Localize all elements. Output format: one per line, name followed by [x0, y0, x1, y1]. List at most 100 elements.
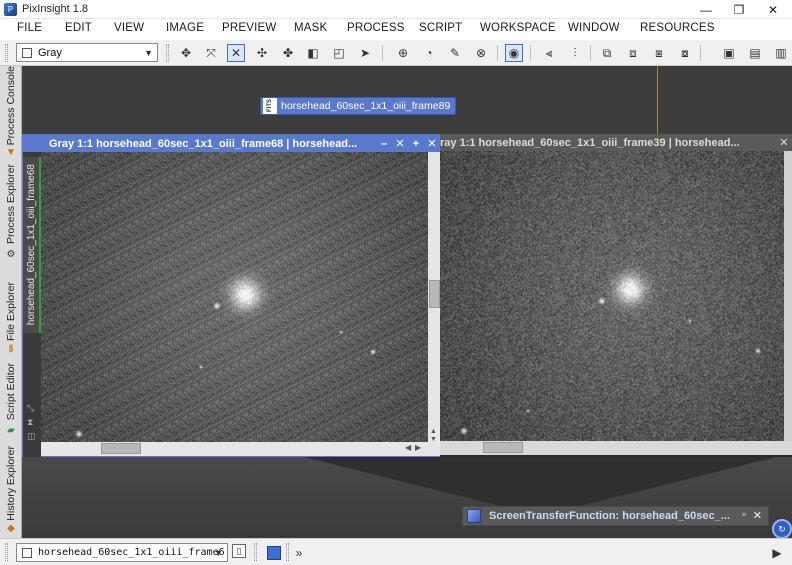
window-title: PixInsight 1.8: [22, 3, 89, 15]
scrollbar-thumb[interactable]: [429, 280, 440, 308]
sidebar-tab-history-explorer[interactable]: History Explorer: [0, 444, 22, 522]
image-window-frame39[interactable]: ray 1:1 horsehead_60sec_1x1_oiii_frame39…: [440, 134, 792, 457]
view-selector[interactable]: horsehead_60sec_1x1_oiii_frame6 ▼: [16, 543, 228, 562]
image-window-title[interactable]: ray 1:1 horsehead_60sec_1x1_oiii_frame39…: [440, 134, 792, 151]
gray-swatch-icon: [22, 47, 32, 58]
zoom-out-button[interactable]: ✕: [227, 44, 245, 62]
minimize-icon: –: [380, 137, 388, 150]
scroll-left-arrow-icon[interactable]: ◀: [405, 443, 411, 452]
close-window-button[interactable]: ✕: [776, 134, 792, 151]
scroll-right-arrow-icon[interactable]: ▶: [415, 443, 421, 452]
pointer-button[interactable]: ➤: [356, 44, 374, 62]
panel-icon: ▣: [723, 46, 735, 60]
readout-button[interactable]: ✣: [253, 44, 271, 62]
menu-edit[interactable]: EDIT: [65, 22, 92, 34]
menu-script[interactable]: SCRIPT: [419, 22, 462, 34]
colorspace-select[interactable]: Gray ▼: [16, 43, 158, 62]
menu-window[interactable]: WINDOW: [568, 22, 620, 34]
pan-icon: ✤: [282, 46, 294, 60]
toolbar-grip[interactable]: [166, 44, 169, 62]
center-icon: ◰: [333, 46, 345, 60]
explorer-toggle-button[interactable]: ▣: [720, 44, 738, 62]
menu-resources[interactable]: RESOURCES: [640, 22, 715, 34]
window-tile-button[interactable]: ⧉: [598, 44, 616, 62]
align-left-button[interactable]: ⫷: [540, 44, 558, 62]
view-id-tab[interactable]: horsehead_60sec_1x1_oiii_frame68: [23, 157, 41, 333]
astro-image-frame68[interactable]: [41, 152, 428, 442]
menu-file[interactable]: FILE: [17, 22, 42, 34]
toolbar-grip[interactable]: [254, 543, 257, 561]
toolbar-grip[interactable]: [5, 543, 8, 561]
menu-workspace[interactable]: WORKSPACE: [480, 22, 556, 34]
close-icon: ✕: [779, 137, 789, 149]
sidebar-tab-file-explorer[interactable]: File Explorer: [0, 276, 22, 346]
stf-tool-window[interactable]: ScreenTransferFunction: horsehead_60sec_…: [462, 506, 769, 526]
menu-mask[interactable]: MASK: [294, 22, 327, 34]
horizontal-scrollbar[interactable]: [440, 441, 792, 455]
preview-mode-button[interactable]: ◔: [420, 44, 438, 62]
view-lock-button[interactable]: ▯: [232, 544, 246, 558]
close-window-button[interactable]: ✕: [424, 135, 440, 152]
console-play-button[interactable]: ▶: [768, 544, 786, 562]
stf-title: ScreenTransferFunction: horsehead_60sec_…: [489, 510, 730, 522]
menu-image[interactable]: IMAGE: [166, 22, 204, 34]
fit-view-button[interactable]: ⤧: [202, 44, 220, 62]
blue-square-icon: [267, 546, 281, 560]
toolbar-grip[interactable]: [5, 44, 8, 62]
sidebar-tab-label: Process Explorer: [5, 164, 17, 244]
center-button[interactable]: ◰: [330, 44, 348, 62]
pan-button[interactable]: ✤: [279, 44, 297, 62]
shade-window-button[interactable]: ✕: [392, 135, 408, 152]
menu-bar: FILE EDIT VIEW IMAGE PREVIEW MASK PROCES…: [0, 19, 792, 40]
preview-edit-icon: ✎: [449, 46, 461, 60]
resize-corner-icon[interactable]: ⤡: [27, 403, 34, 414]
minimize-button[interactable]: —: [689, 0, 723, 19]
scrollbar-thumb[interactable]: [101, 443, 141, 454]
sidebar-tab-script-editor[interactable]: Script Editor: [0, 360, 22, 424]
zoom-in-button[interactable]: ✥: [177, 44, 195, 62]
window-cascade-button[interactable]: ⧈: [624, 44, 642, 62]
align-center-button[interactable]: ⫶: [566, 44, 584, 62]
fits-badge: FITS: [263, 98, 277, 114]
toolbar-grip[interactable]: [286, 543, 289, 561]
vertical-scrollbar[interactable]: [784, 151, 792, 441]
toolbar-overflow-button[interactable]: »: [290, 544, 308, 562]
align-center-icon: ⫶: [573, 45, 577, 60]
menu-view[interactable]: VIEW: [114, 22, 144, 34]
square-outline-icon: ▯: [236, 545, 242, 556]
minimize-icon: —: [700, 2, 712, 17]
image-window-frame68[interactable]: Gray 1:1 horsehead_60sec_1x1_oiii_frame6…: [22, 134, 442, 457]
menu-preview[interactable]: PREVIEW: [222, 22, 276, 34]
restore-button[interactable]: ❐: [722, 0, 756, 19]
preview-delete-button[interactable]: ⊗: [472, 44, 490, 62]
layout-toggle-button[interactable]: ▥: [772, 44, 790, 62]
left-sidebar: Process Console ▼ Process Explorer ⚙ Fil…: [0, 66, 22, 538]
zoom-button[interactable]: ◧: [304, 44, 322, 62]
new-preview-button[interactable]: ⊕: [394, 44, 412, 62]
horizontal-scrollbar[interactable]: ◀ ▶: [41, 442, 441, 456]
scroll-up-arrow-icon[interactable]: ▲: [430, 428, 437, 435]
maximize-window-button[interactable]: +: [408, 135, 424, 152]
preview-delete-icon: ⊗: [475, 46, 487, 60]
stf-close-button[interactable]: ✕: [753, 509, 762, 522]
sidebar-tab-process-explorer[interactable]: Process Explorer: [0, 162, 22, 246]
sidebar-tab-process-console[interactable]: Process Console: [0, 66, 22, 146]
iconified-image[interactable]: FITS horsehead_60sec_1x1_oiii_frame89: [260, 97, 456, 115]
minimize-window-button[interactable]: –: [376, 135, 392, 152]
close-button[interactable]: ✕: [756, 0, 790, 19]
scrollbar-thumb[interactable]: [483, 442, 523, 453]
astro-image-frame39[interactable]: [440, 151, 784, 441]
preview-edit-button[interactable]: ✎: [446, 44, 464, 62]
lock-icon: ◫: [27, 431, 36, 441]
menu-process[interactable]: PROCESS: [347, 22, 405, 34]
pixinsight-update-icon[interactable]: ↻: [772, 519, 792, 539]
window-close-all-button[interactable]: ⧇: [676, 44, 694, 62]
pixinsight-logo-icon: P: [4, 2, 17, 16]
mask-view-button[interactable]: ◉: [505, 44, 523, 62]
track-view-button[interactable]: [265, 544, 283, 562]
window-arrange-button[interactable]: ⧆: [650, 44, 668, 62]
stf-shade-button[interactable]: ▫: [742, 509, 746, 521]
close-icon: ✕: [767, 2, 779, 17]
console-toggle-button[interactable]: ▤: [746, 44, 764, 62]
chevron-down-icon: ▼: [144, 48, 153, 58]
